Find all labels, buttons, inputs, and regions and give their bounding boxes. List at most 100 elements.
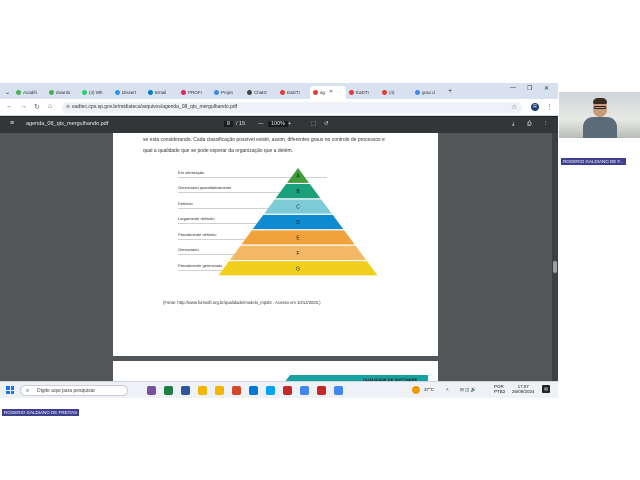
participant-body <box>583 117 617 138</box>
address-bar[interactable]: ⊜ eadtec.cps.sp.gov.br/midiateca/arquivo… <box>62 102 522 113</box>
browser-tab[interactable]: EaDTI <box>346 86 379 99</box>
taskbar-app-icon[interactable] <box>334 386 343 395</box>
weather-icon[interactable] <box>412 386 420 394</box>
browser-tab[interactable]: ChatG <box>244 86 277 99</box>
taskbar-app-icon[interactable] <box>249 386 258 395</box>
language-bottom: PTB2 <box>494 389 506 394</box>
taskbar-app-icon[interactable] <box>198 386 207 395</box>
pdf-page: se esta considerando. Cada classificação… <box>113 133 438 356</box>
tab-favicon-icon <box>82 89 88 95</box>
search-placeholder: Digite aqui para pesquisar <box>37 388 96 394</box>
zoom-in-button[interactable]: + <box>288 121 291 127</box>
browser-tab[interactable]: (4) <box>379 86 412 99</box>
taskbar-search-input[interactable]: ⌕ Digite aqui para pesquisar <box>20 385 128 396</box>
clock[interactable]: 17:07 26/09/2024 <box>512 384 535 394</box>
participant-video[interactable] <box>559 92 640 138</box>
pyramid-level-letter: G <box>296 266 300 272</box>
tab-label: PROFI <box>188 89 202 95</box>
tray-icons[interactable]: ⊟ ◫ 🔊 <box>460 387 476 393</box>
tab-label: Dissert <box>122 89 137 95</box>
page-total: / 15 <box>236 121 246 127</box>
search-icon: ⌕ <box>26 388 30 394</box>
zoom-out-button[interactable]: — <box>258 121 264 127</box>
maturity-level-label: Largamente definido <box>178 216 215 222</box>
browser-tab[interactable]: Dissert <box>112 86 145 99</box>
clock-date: 26/09/2024 <box>512 389 535 394</box>
browser-tab[interactable]: downlo <box>46 86 79 99</box>
browser-tab[interactable]: Acadêi <box>13 86 46 99</box>
tab-favicon-icon <box>16 89 22 95</box>
rotate-icon[interactable]: ↺ <box>324 121 329 127</box>
participant-hair <box>593 98 607 104</box>
taskbar-app-icon[interactable] <box>147 386 156 395</box>
taskbar-app-icon[interactable] <box>283 386 292 395</box>
back-icon[interactable]: ← <box>6 103 13 110</box>
taskbar-app-icon[interactable] <box>300 386 309 395</box>
windows-taskbar: ⌕ Digite aqui para pesquisar 37°C ˄ ⊟ ◫ … <box>0 381 558 398</box>
minimize-button[interactable]: — <box>510 85 516 91</box>
browser-tab[interactable]: Projet <box>211 86 244 99</box>
tab-favicon-icon <box>415 89 421 95</box>
weather-temp[interactable]: 37°C <box>424 387 434 392</box>
sidebar-menu-icon[interactable]: ≡ <box>10 120 14 127</box>
maturity-level-label: Parcialmente gerenciado <box>178 262 223 268</box>
tab-favicon-icon <box>349 89 355 95</box>
pdf-toolbar: ≡ agenda_08_qts_mergulhando.pdf 8 / 15 —… <box>0 117 558 133</box>
taskbar-app-icon[interactable] <box>266 386 275 395</box>
tab-favicon-icon <box>214 89 220 95</box>
pdf-filename: agenda_08_qts_mergulhando.pdf <box>26 121 109 127</box>
taskbar-app-icon[interactable] <box>164 386 173 395</box>
maturity-level-label: Parcialmente definido <box>178 231 217 237</box>
tab-label: ag <box>320 89 326 95</box>
browser-tab[interactable]: Email <box>145 86 178 99</box>
page-number-input[interactable]: 8 <box>224 121 234 127</box>
figure-source: (Fonte: http://www.fumsoft.org.br/qualid… <box>163 300 321 305</box>
maturity-level-label: Gerenciado <box>178 247 199 253</box>
tab-label: ChatG <box>254 89 268 95</box>
tab-favicon-icon <box>280 89 286 95</box>
browser-tab[interactable]: ag ✕ <box>310 85 347 99</box>
new-tab-button[interactable]: + <box>448 88 452 95</box>
taskbar-app-icon[interactable] <box>181 386 190 395</box>
pdf-viewer[interactable]: se esta considerando. Cada classificação… <box>0 133 558 391</box>
tab-favicon-icon <box>49 89 55 95</box>
taskbar-app-icon[interactable] <box>215 386 224 395</box>
maturity-level-label: Em otimização <box>178 170 205 175</box>
notification-icon[interactable]: ▤ <box>542 385 550 393</box>
fit-page-icon[interactable]: ⬚ <box>311 121 316 127</box>
taskbar-app-icon[interactable] <box>317 386 326 395</box>
start-button[interactable] <box>6 386 14 394</box>
close-window-button[interactable]: ✕ <box>544 85 549 92</box>
language-indicator[interactable]: POR PTB2 <box>494 384 505 394</box>
home-icon[interactable]: ⌂ <box>48 103 52 110</box>
zoom-level-input[interactable]: 100% <box>268 121 289 127</box>
tab-label: grau d <box>422 89 435 95</box>
pdf-more-icon[interactable]: ⋮ <box>543 121 549 127</box>
taskbar-app-icon[interactable] <box>232 386 241 395</box>
forward-icon[interactable]: → <box>20 103 27 110</box>
tray-chevron-icon[interactable]: ˄ <box>446 387 449 392</box>
reload-icon[interactable]: ↻ <box>34 103 40 111</box>
maturity-pyramid: ABCDEFG <box>218 168 378 276</box>
menu-kebab-icon[interactable]: ⋮ <box>546 103 553 111</box>
print-icon[interactable]: ⎙ <box>527 121 531 128</box>
browser-tab[interactable]: grau d <box>412 86 445 99</box>
browser-tab[interactable]: (4) Wh <box>79 86 112 99</box>
scrollbar-thumb[interactable] <box>553 261 557 273</box>
tab-favicon-icon <box>247 89 253 95</box>
profile-avatar[interactable]: R <box>531 103 539 111</box>
download-icon[interactable]: ⤓ <box>512 121 514 128</box>
site-info-icon[interactable]: ⊜ <box>66 102 70 113</box>
maturity-level-label: Definido <box>178 200 193 206</box>
tab-label: downlo <box>56 89 71 95</box>
browser-tab[interactable]: EaDTI <box>277 86 310 99</box>
close-tab-icon[interactable]: ✕ <box>329 89 333 95</box>
maximize-button[interactable]: ❐ <box>527 85 532 92</box>
tabs: Acadêi downlo (4) Wh Dissert Email PROFI Proje… <box>13 84 445 99</box>
tab-label: (4) Wh <box>89 89 103 95</box>
bookmark-star-icon[interactable]: ☆ <box>511 103 517 111</box>
tab-label: EaDTI <box>287 89 300 95</box>
tab-list-button[interactable]: ⌄ <box>2 86 13 99</box>
browser-tab[interactable]: PROFI <box>178 86 211 99</box>
browser-tab-strip: ⌄ Acadêi downlo (4) Wh Dissert Email PROFI Pro… <box>0 83 558 99</box>
